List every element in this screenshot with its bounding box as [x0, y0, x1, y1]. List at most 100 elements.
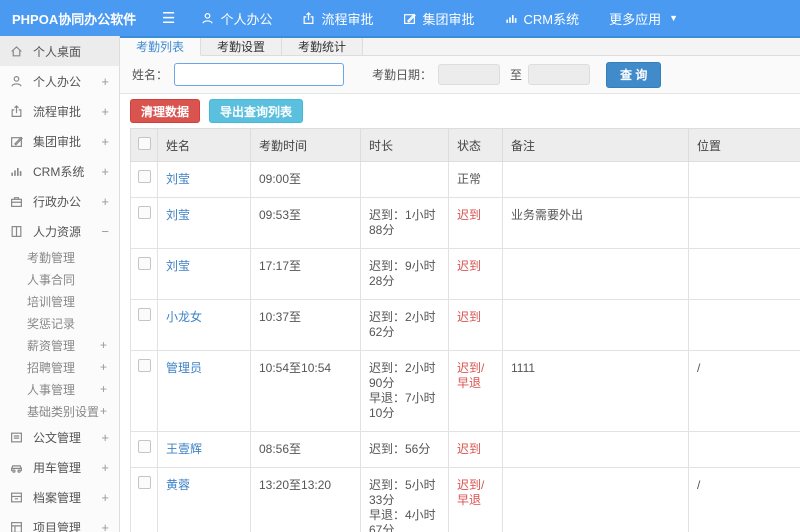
sidebar-item-label: 个人桌面	[33, 44, 82, 59]
sidebar-item-label: 人力资源	[33, 224, 82, 239]
sidebar-subitem-reward-punish[interactable]: 奖惩记录	[0, 312, 119, 334]
sidebar-item-admin-office[interactable]: 行政办公 +	[0, 186, 119, 216]
status-badge: 迟到	[448, 248, 503, 300]
to-label: 至	[510, 68, 523, 82]
date-to-input[interactable]	[528, 64, 591, 85]
chart-icon	[505, 12, 518, 25]
expander-icon: +	[101, 163, 109, 179]
sidebar-item-label: 档案管理	[33, 490, 82, 505]
sidebar-subitem-attendance-mgmt[interactable]: 考勤管理	[0, 246, 119, 268]
topnav-item-group-approval[interactable]: 集团审批	[403, 9, 475, 28]
sidebar-subitem-recruit-mgmt[interactable]: 招聘管理 +	[0, 356, 119, 378]
attendance-time: 10:54至10:54	[250, 350, 361, 432]
topnav-item-crm[interactable]: CRM系统	[505, 9, 580, 28]
column-header: 状态	[448, 128, 503, 162]
employee-name-link[interactable]: 刘莹	[166, 172, 190, 186]
sidebar-item-archive-mgmt[interactable]: 档案管理 +	[0, 482, 119, 512]
position-text	[688, 197, 800, 249]
status-badge: 正常	[448, 161, 503, 198]
name-input[interactable]	[174, 63, 345, 86]
row-checkbox[interactable]	[137, 206, 151, 219]
row-checkbox[interactable]	[137, 440, 151, 453]
topnav-item-label: 集团审批	[422, 11, 475, 27]
topnav-item-personal-office[interactable]: 个人办公	[201, 9, 272, 28]
sidebar-item-personal-office[interactable]: 个人办公 +	[0, 66, 119, 96]
remark-text	[502, 431, 689, 468]
action-bar: 清理数据 导出查询列表	[120, 94, 800, 128]
menu-icon[interactable]: ☰	[162, 9, 175, 27]
employee-name-link[interactable]: 刘莹	[166, 259, 190, 273]
sidebar-subitem-label: 人事管理	[27, 382, 76, 397]
status-badge: 迟到/早退	[448, 467, 503, 532]
home-icon	[10, 45, 25, 58]
tab-attendance-list[interactable]: 考勤列表	[120, 38, 202, 56]
hr-icon	[10, 225, 25, 238]
share-icon	[302, 11, 315, 25]
attendance-time: 09:53至	[250, 197, 361, 249]
sidebar-subitem-base-category[interactable]: 基础类别设置 +	[0, 400, 119, 422]
row-checkbox[interactable]	[137, 170, 151, 183]
row-checkbox[interactable]	[137, 308, 151, 321]
sidebar-item-vehicle-mgmt[interactable]: 用车管理 +	[0, 452, 119, 482]
table-row: 黄蓉 13:20至13:20 迟到：5小时33分 早退：4小时67分 迟到/早退 /	[130, 467, 800, 532]
sidebar-item-group-approval[interactable]: 集团审批 +	[0, 126, 119, 156]
expander-icon: +	[99, 360, 107, 374]
sidebar-item-hr[interactable]: 人力资源 −	[0, 216, 119, 246]
sidebar-item-label: 集团审批	[33, 134, 82, 149]
sidebar-item-label: 用车管理	[33, 460, 82, 475]
expander-icon: +	[101, 103, 109, 119]
attendance-time: 09:00至	[250, 161, 361, 198]
remark-text	[502, 248, 689, 300]
tab-attendance-stats[interactable]: 考勤统计	[282, 38, 364, 55]
table-row: 小龙女 10:37至 迟到：2小时62分 迟到	[130, 299, 800, 351]
topnav-item-label: CRM系统	[523, 11, 580, 27]
topnav-item-workflow-approval[interactable]: 流程审批	[302, 9, 373, 28]
expander-icon: +	[99, 382, 107, 396]
duration-text: 迟到：2小时62分	[360, 299, 449, 351]
remark-text	[502, 161, 689, 198]
table-row: 刘莹 09:00至 正常	[130, 161, 800, 198]
table-row: 刘莹 17:17至 迟到：9小时28分 迟到	[130, 248, 800, 300]
tab-attendance-settings[interactable]: 考勤设置	[201, 38, 283, 55]
search-button[interactable]: 查 询	[606, 61, 662, 88]
sidebar-item-label: 个人办公	[33, 74, 82, 89]
position-text	[688, 299, 800, 351]
export-list-button[interactable]: 导出查询列表	[209, 99, 304, 123]
car-icon	[10, 461, 25, 474]
employee-name-link[interactable]: 小龙女	[166, 310, 202, 324]
expander-icon: +	[101, 489, 109, 505]
employee-name-link[interactable]: 黄蓉	[166, 478, 190, 492]
duration-text: 迟到：5小时33分 早退：4小时67分	[360, 467, 449, 532]
status-badge: 迟到/早退	[448, 350, 503, 432]
sidebar-item-workflow-approval[interactable]: 流程审批 +	[0, 96, 119, 126]
user-icon	[10, 75, 25, 88]
sidebar-item-document-mgmt[interactable]: 公文管理 +	[0, 422, 119, 452]
sidebar-item-label: 项目管理	[33, 520, 82, 532]
clean-data-button[interactable]: 清理数据	[130, 99, 201, 123]
sidebar-item-project-mgmt[interactable]: 项目管理 +	[0, 512, 119, 532]
select-all-checkbox[interactable]	[137, 137, 151, 150]
sidebar-subitem-personnel-mgmt[interactable]: 人事管理 +	[0, 378, 119, 400]
duration-text: 迟到：9小时28分	[360, 248, 449, 300]
sidebar-subitem-training-mgmt[interactable]: 培训管理	[0, 290, 119, 312]
employee-name-link[interactable]: 刘莹	[166, 208, 190, 222]
sidebar-subitem-personnel-contract[interactable]: 人事合同	[0, 268, 119, 290]
sidebar-item-crm[interactable]: CRM系统 +	[0, 156, 119, 186]
remark-text	[502, 467, 689, 532]
date-from-input[interactable]	[438, 64, 501, 85]
employee-name-link[interactable]: 王壹辉	[166, 442, 202, 456]
status-badge: 迟到	[448, 299, 503, 351]
sidebar-item-personal-desktop[interactable]: 个人桌面	[0, 36, 119, 66]
name-label: 姓名：	[132, 68, 169, 82]
expander-icon: +	[101, 193, 109, 209]
tab-strip: 考勤列表 考勤设置 考勤统计	[120, 38, 800, 56]
sidebar-subitem-salary-mgmt[interactable]: 薪资管理 +	[0, 334, 119, 356]
topnav-item-more-apps[interactable]: 更多应用 ▼	[609, 9, 678, 28]
row-checkbox[interactable]	[137, 476, 151, 489]
employee-name-link[interactable]: 管理员	[166, 361, 202, 375]
row-checkbox[interactable]	[137, 359, 151, 372]
attendance-time: 08:56至	[250, 431, 361, 468]
expander-icon: +	[99, 404, 107, 418]
duration-text	[360, 161, 449, 198]
row-checkbox[interactable]	[137, 257, 151, 270]
